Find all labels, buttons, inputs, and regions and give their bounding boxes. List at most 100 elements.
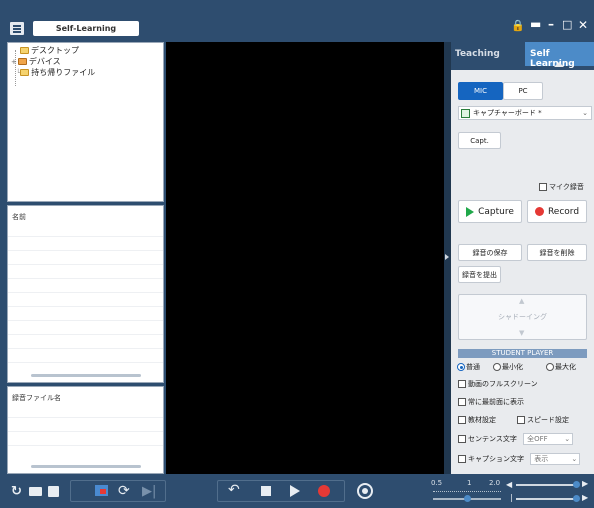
capture-button[interactable]: Capture — [458, 200, 522, 223]
folder-icon — [20, 47, 29, 54]
checkbox-icon — [458, 398, 466, 406]
checkbox-icon — [458, 380, 466, 388]
bottom-toolbar: ↻ ⟳ ▶| ↶ 0.5 1 2.0 ◀ ▶ | ▶ — [0, 474, 594, 508]
horizontal-scrollbar[interactable] — [31, 465, 141, 468]
video-area[interactable] — [166, 42, 444, 474]
recording-file-header: 録音ファイル名 — [12, 394, 61, 402]
recording-file-pane: 録音ファイル名 — [7, 386, 164, 474]
pc-button[interactable]: PC — [503, 82, 543, 100]
radio-icon — [493, 363, 501, 371]
play-triangle-icon — [466, 206, 475, 217]
capture-device-select[interactable]: キャプチャーボード * ⌄ — [458, 106, 592, 120]
mic-record-label: マイク録音 — [549, 183, 584, 191]
volume-max-icon: ▶ — [582, 479, 589, 488]
save-recording-button[interactable]: 録音の保存 — [458, 244, 522, 261]
size-maximize-radio[interactable]: 最大化 — [546, 362, 576, 373]
rewind-icon[interactable]: ↶ — [228, 483, 240, 497]
app-title-field[interactable]: Self-Learning — [33, 21, 139, 36]
name-list-pane: 名前 — [7, 205, 164, 383]
folder-icon[interactable] — [29, 487, 42, 496]
checkbox-icon — [517, 416, 525, 424]
balance-right-icon: ▶ — [582, 493, 589, 502]
record-label: Record — [547, 207, 580, 217]
checkbox-icon[interactable] — [458, 435, 466, 443]
checkbox-icon — [539, 183, 547, 191]
radio-icon — [546, 363, 554, 371]
sentence-text-select[interactable]: 全OFF ⌄ — [523, 433, 574, 445]
right-panel: Teaching Self Learning MIC PC キャプチャーボード … — [451, 42, 594, 474]
splitter-arrow-icon[interactable] — [445, 254, 449, 260]
folder-tree-pane: デスクトップ + デバイス └ 持ち帰りファイル — [7, 42, 164, 202]
shadowing-label: シャドーイング — [498, 313, 547, 321]
speed-max-label: 2.0 — [489, 479, 501, 487]
mic-record-checkbox[interactable]: マイク録音 — [539, 182, 584, 193]
record-icon[interactable] — [318, 485, 330, 497]
volume-icon[interactable]: ◀ — [506, 480, 512, 489]
folder-icon — [17, 58, 27, 65]
speed-min-label: 0.5 — [431, 479, 443, 487]
horizontal-scrollbar[interactable] — [31, 374, 141, 377]
lock-icon[interactable]: 🔒 — [511, 19, 525, 32]
maximize-icon[interactable]: □ — [562, 18, 572, 31]
name-column-header: 名前 — [12, 213, 26, 221]
volume-slider[interactable] — [516, 484, 578, 486]
chevron-down-icon: ⌄ — [582, 109, 588, 117]
speed-slider-thumb[interactable] — [464, 495, 471, 502]
transport-group: ↶ — [217, 480, 345, 502]
radio-selected-icon — [457, 363, 465, 371]
minimize-icon[interactable]: – — [548, 17, 554, 31]
volume-slider-thumb[interactable] — [573, 481, 580, 488]
sentence-text-row: センテンス文字 全OFF ⌄ — [458, 432, 574, 446]
balance-slider[interactable] — [516, 498, 578, 500]
red-flag-icon[interactable] — [95, 485, 108, 496]
refresh-icon[interactable]: ↻ — [11, 485, 22, 498]
speed-mid-label: 1 — [467, 479, 472, 487]
speed-settings-checkbox[interactable]: スピード設定 — [517, 415, 569, 426]
playback-mode-group: ⟳ ▶| — [70, 480, 166, 502]
title-bar: Self-Learning 🔒 ▬ – □ ✕ — [0, 0, 594, 42]
menu-icon[interactable] — [10, 22, 24, 35]
caption-text-select[interactable]: 表示 ⌄ — [530, 453, 581, 465]
tab-teaching[interactable]: Teaching — [455, 49, 500, 59]
record-dot-icon — [534, 207, 544, 216]
tree-item-devices[interactable]: + デバイス — [11, 56, 61, 67]
tab-bar: Teaching Self Learning — [451, 42, 594, 70]
capture-label: Capture — [478, 207, 514, 217]
checkbox-icon[interactable] — [458, 455, 466, 463]
skip-next-icon[interactable]: ▶| — [142, 485, 156, 498]
play-icon[interactable] — [290, 485, 300, 497]
capture-device-value: キャプチャーボード * — [473, 109, 542, 117]
size-minimize-radio[interactable]: 最小化 — [493, 362, 523, 373]
repeat-icon[interactable]: ⟳ — [118, 484, 130, 498]
balance-slider-thumb[interactable] — [573, 495, 580, 502]
balance-left-icon: | — [510, 493, 513, 502]
shadowing-button[interactable]: ▲ シャドーイング ▼ — [458, 294, 587, 340]
stop-icon[interactable] — [261, 486, 271, 496]
delete-recording-button[interactable]: 録音を削除 — [527, 244, 587, 261]
webcam-icon[interactable] — [357, 483, 373, 499]
caption-text-row: キャプション文字 表示 ⌄ — [458, 452, 581, 466]
chevron-down-icon: ⌄ — [564, 435, 571, 443]
chevron-up-icon: ▲ — [519, 297, 525, 305]
chevron-down-icon: ▼ — [519, 329, 525, 337]
speed-tick-marks — [433, 491, 501, 492]
submit-recording-button[interactable]: 録音を提出 — [458, 266, 501, 283]
tab-caret-icon — [554, 62, 564, 67]
always-on-top-checkbox[interactable]: 常に最前面に表示 — [458, 397, 524, 408]
size-normal-radio[interactable]: 普通 — [457, 362, 480, 373]
tree-item-label: デスクトップ — [31, 46, 79, 55]
mic-button[interactable]: MIC — [458, 82, 503, 100]
checkbox-icon — [458, 416, 466, 424]
fullscreen-checkbox[interactable]: 動画のフルスクリーン — [458, 379, 538, 390]
tree-item-label: デバイス — [28, 57, 61, 66]
tree-item-takehome[interactable]: └ 持ち帰りファイル — [16, 67, 95, 78]
record-button[interactable]: Record — [527, 200, 587, 223]
capt-button[interactable]: Capt. — [458, 132, 501, 149]
restore-icon[interactable]: ▬ — [530, 17, 541, 31]
close-icon[interactable]: ✕ — [578, 18, 588, 32]
device-icon — [461, 109, 470, 118]
material-settings-checkbox[interactable]: 教材設定 — [458, 415, 496, 426]
tree-item-desktop[interactable]: デスクトップ — [20, 45, 79, 56]
expand-icon[interactable]: + — [11, 58, 17, 66]
save-icon[interactable] — [48, 486, 59, 497]
